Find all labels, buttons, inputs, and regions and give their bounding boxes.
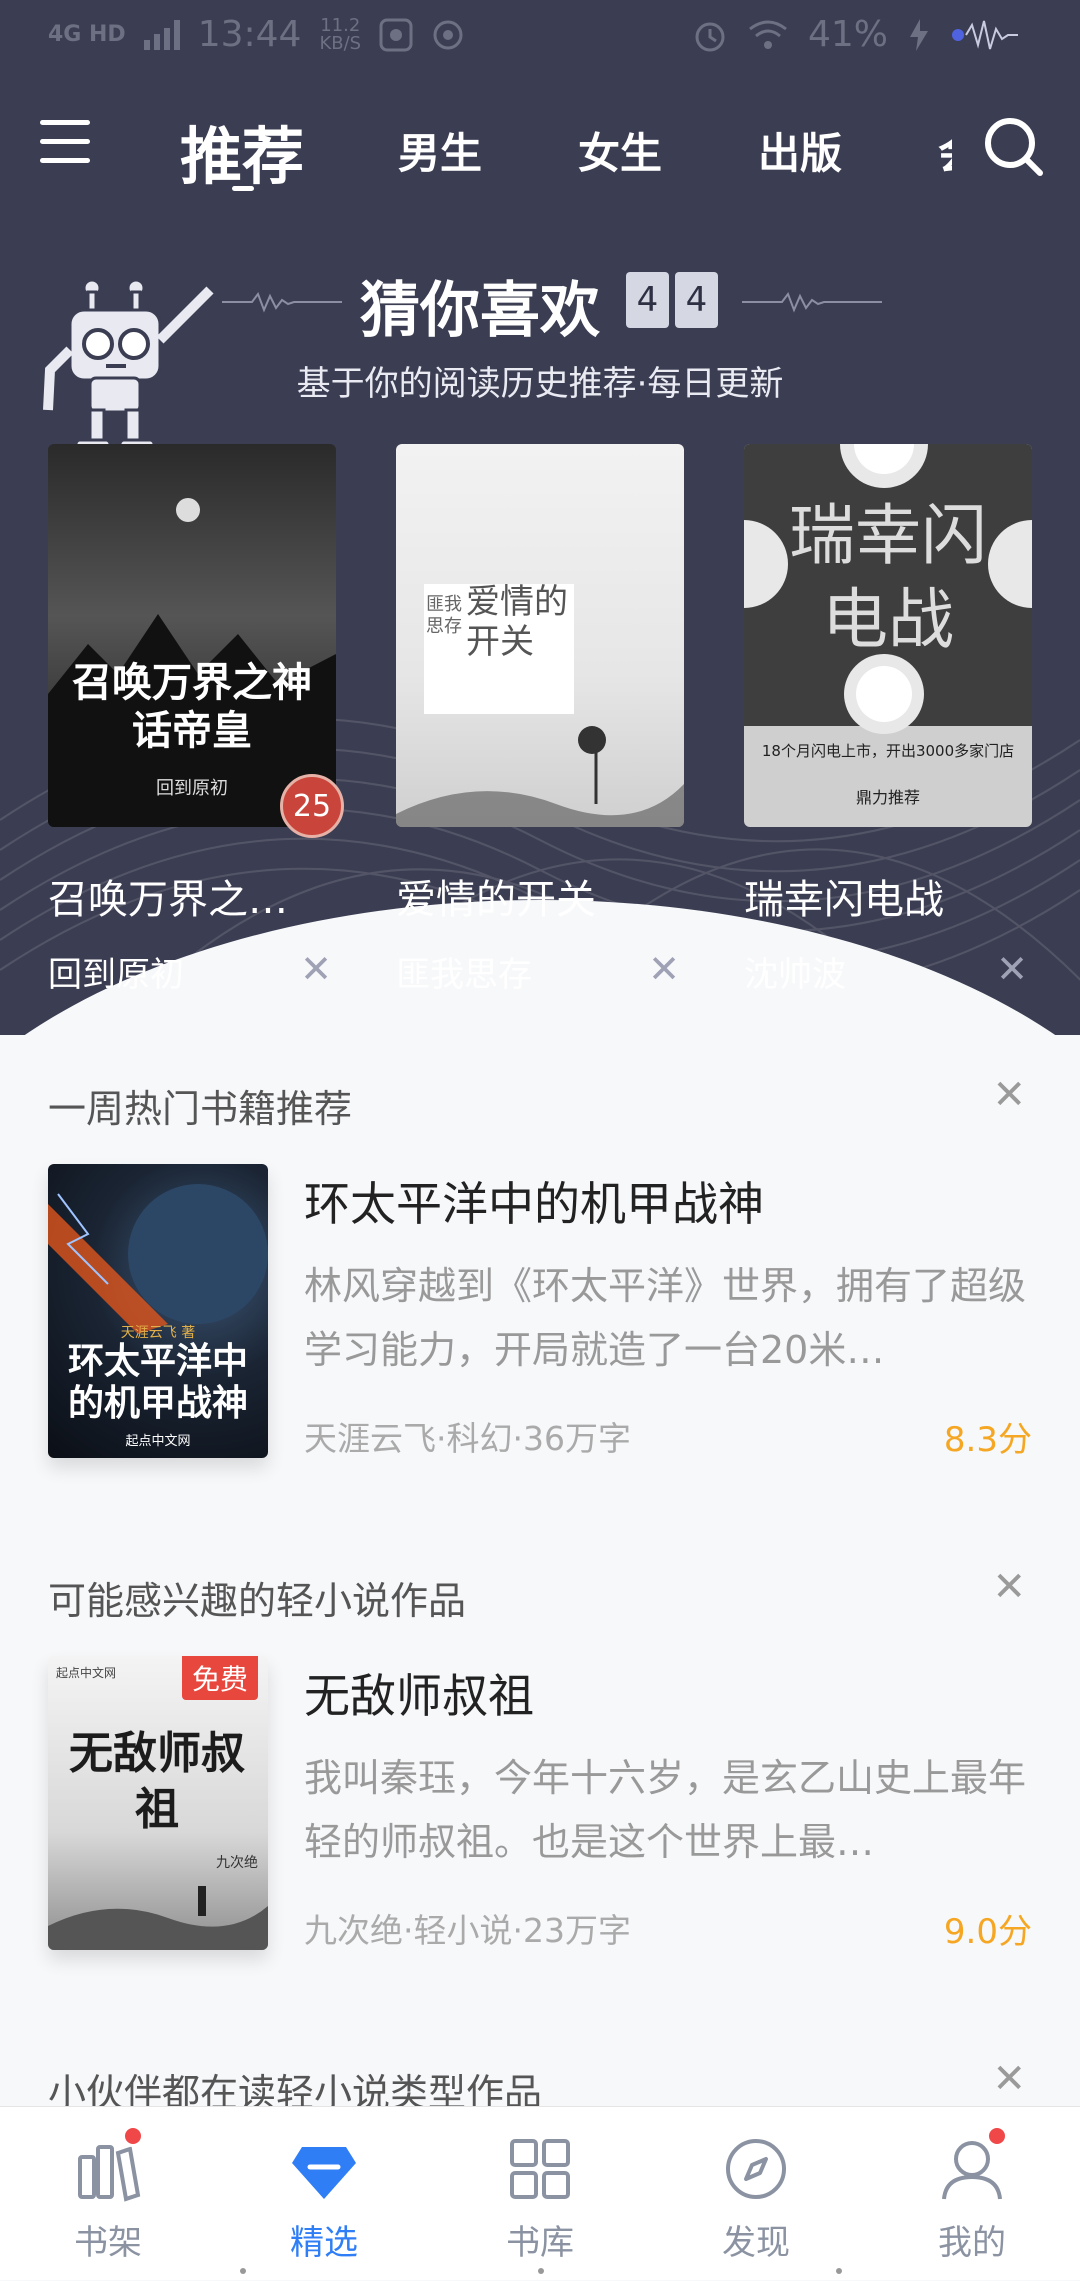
free-tag: 免费 [181,1656,258,1700]
tab-recommend[interactable]: 推荐 [180,106,304,196]
grid-icon [510,2139,570,2199]
diamond-icon [292,2147,356,2199]
tab-overflow[interactable]: 会 [938,120,952,180]
clock: 13:44 [197,14,302,55]
section-title: 可能感兴趣的轻小说作品 [48,1579,467,1623]
book-cover[interactable]: 天涯云飞 著 环太平洋中的机甲战神 起点中文网 [48,1164,268,1458]
book-cover[interactable]: 起点中文网 无敌师叔祖 九次绝 免费 [48,1656,268,1950]
app-notification-icon [379,18,413,51]
update-counter: 44 [626,272,718,328]
notification-dot [986,2125,1008,2147]
audio-wave-icon [952,20,1018,49]
book-meta: 九次绝·轻小说·23万字 [304,1911,631,1950]
book-list-item[interactable]: 起点中文网 无敌师叔祖 九次绝 免费 无敌师叔祖 我叫秦珏，今年十六岁，是玄乙山… [48,1656,1032,1952]
net-speed: 11.2 KB/S [319,14,362,54]
tab-discover[interactable]: 发现 [648,2107,864,2281]
dismiss-section-icon[interactable]: ✕ [992,1072,1026,1118]
tab-label: 精选 [290,2223,358,2263]
book-score: 9.0分 [943,1912,1032,1952]
tab-profile[interactable]: 我的 [864,2107,1080,2281]
tab-male[interactable]: 男生 [398,120,482,181]
active-tab-indicator [232,186,254,191]
left-wave-decoration [222,291,342,313]
tab-library[interactable]: 书库 [432,2107,648,2281]
network-indicator: 4G HD [48,21,126,47]
guess-title: 猜你喜欢 [360,276,600,346]
battery-percent: 41% [807,14,888,55]
dismiss-icon[interactable]: ✕ [648,947,680,991]
book-list-item[interactable]: 天涯云飞 著 环太平洋中的机甲战神 起点中文网 环太平洋中的机甲战神 林风穿越到… [48,1164,1032,1460]
book-title: 瑞幸闪电战 [744,877,944,923]
status-bar: 4G HD 13:44 11.2 KB/S 41% [0,0,1080,72]
book-author: 回到原初 [48,955,184,995]
notification-dot [122,2125,144,2147]
rec-book-2[interactable]: 爱情的开关 匪我思存 爱情的开关 匪我思存 ✕ [396,444,684,996]
section-title: 一周热门书籍推荐 [48,1087,353,1131]
book-author-row: 沈帅波 ✕ [744,947,1032,996]
book-author: 沈帅波 [744,955,846,995]
wifi-icon [749,20,787,49]
dismiss-section-icon[interactable]: ✕ [992,2056,1026,2102]
book-title: 爱情的开关 [396,877,596,923]
section-light-novel: 可能感兴趣的轻小说作品 ✕ 起点中文网 无敌师叔祖 九次绝 免费 无敌师叔祖 我… [48,1564,1032,1952]
chapter-badge: 25 [280,774,344,838]
book-score: 8.3分 [943,1420,1032,1460]
search-icon[interactable] [982,115,1044,177]
guess-subtitle: 基于你的阅读历史推荐·每日更新 [296,364,784,404]
tab-label: 书库 [506,2223,574,2263]
tab-label: 我的 [938,2223,1006,2263]
book-author-row: 匪我思存 ✕ [396,947,684,996]
tab-label: 书架 [74,2223,142,2263]
compass-icon [726,2139,786,2199]
alarm-icon [695,22,725,51]
book-cover[interactable]: 爱情的开关 匪我思存 [396,444,684,827]
rec-book-3[interactable]: 瑞幸闪电战 18个月闪电上市，开出3000多家门店 鼎力推荐 瑞幸闪电战 沈帅波… [744,444,1032,996]
dismiss-section-icon[interactable]: ✕ [992,1564,1026,1610]
book-author: 匪我思存 [396,955,532,995]
nav-indicator-dot [538,2268,544,2274]
signal-icon [143,19,180,50]
right-wave-decoration [742,291,882,313]
book-cover[interactable]: 召唤万界之神话帝皇 回到原初 [48,444,336,827]
tab-female[interactable]: 女生 [578,120,662,181]
dismiss-icon[interactable]: ✕ [996,947,1028,991]
book-title[interactable]: 无敌师叔祖 [304,1660,534,1726]
tab-featured[interactable]: 精选 [216,2107,432,2281]
dismiss-icon[interactable]: ✕ [300,947,332,991]
nav-indicator-dot [240,2268,246,2274]
book-title: 召唤万界之… [48,877,288,923]
book-author-row: 回到原初 ✕ [48,947,336,996]
book-cover[interactable]: 瑞幸闪电战 18个月闪电上市，开出3000多家门店 鼎力推荐 [744,444,1032,827]
rec-book-1[interactable]: 召唤万界之神话帝皇 回到原初 25 召唤万界之… 回到原初 ✕ [48,444,344,996]
tab-publish[interactable]: 出版 [758,120,842,181]
menu-icon[interactable] [40,120,90,170]
section-weekly-hot: 一周热门书籍推荐 ✕ 天涯云飞 著 环太平洋中的机甲战神 起点中文网 环太平洋中… [48,1072,1032,1460]
charging-icon [910,18,928,51]
book-meta: 天涯云飞·科幻·36万字 [304,1419,631,1458]
tab-bookshelf[interactable]: 书架 [0,2107,216,2281]
nav-indicator-dot [836,2268,842,2274]
book-description: 林风穿越到《环太平洋》世界，拥有了超级学习能力，开局就造了一台20米… [304,1264,1027,1372]
top-nav: 推荐 男生 女生 出版 会 [0,100,1080,200]
book-title[interactable]: 环太平洋中的机甲战神 [304,1168,764,1234]
sync-icon [433,20,463,49]
book-description: 我叫秦珏，今年十六岁，是玄乙山史上最年轻的师叔祖。也是这个世界上最… [304,1756,1027,1864]
bottom-tab-bar: 书架 精选 书库 发现 我的 [0,2106,1080,2280]
tab-label: 发现 [722,2223,790,2263]
